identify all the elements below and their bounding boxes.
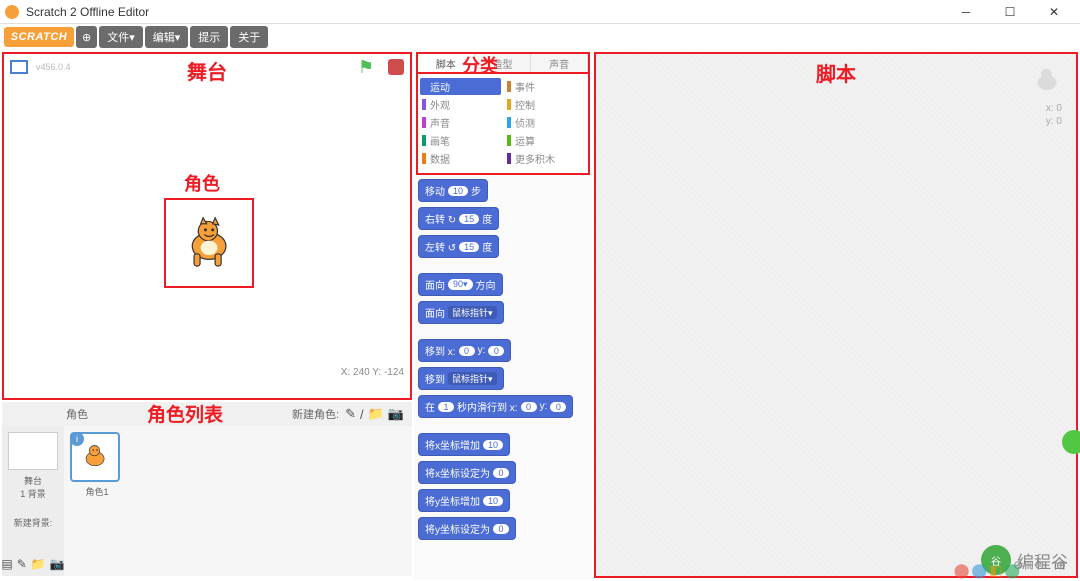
cat-icon	[179, 213, 239, 273]
block-turn-left[interactable]: 左转 ↺15度	[418, 235, 499, 258]
backdrop-count: 1 背景	[6, 487, 60, 500]
scripts-xy-readout: x: 0 y: 0	[1046, 102, 1062, 128]
stage-canvas[interactable]: 角色 X: 240 Y: -124	[4, 80, 410, 380]
new-sprite-label: 新建角色:	[292, 406, 339, 422]
category-更多积木[interactable]: 更多积木	[505, 150, 586, 167]
new-sprite-upload-icon[interactable]: 📁	[368, 406, 384, 422]
category-palette: 运动事件外观控制声音侦测画笔运算数据更多积木	[416, 74, 590, 175]
sprite-list-label: 角色	[66, 406, 88, 422]
tabs-row: 分类 脚本 造型 声音	[416, 52, 590, 74]
scripts-area[interactable]: 脚本 x: 0 y: 0 ⊖ ⊜ ⊕	[594, 52, 1078, 578]
category-画笔[interactable]: 画笔	[420, 132, 501, 149]
edit-menu[interactable]: 编辑▾	[145, 26, 189, 48]
sprite-cat[interactable]	[164, 198, 254, 288]
new-sprite-paint-icon[interactable]: ✎	[345, 406, 356, 422]
minimize-button[interactable]: ─	[944, 0, 988, 24]
category-声音[interactable]: 声音	[420, 114, 501, 131]
backdrop-column: 舞台 1 背景 新建背景: ▤ ✎ 📁 📷	[2, 426, 64, 576]
block-goto-xy[interactable]: 移到 x:0y:0	[418, 339, 511, 362]
category-外观[interactable]: 外观	[420, 96, 501, 113]
block-glide[interactable]: 在1秒内滑行到 x:0y:0	[418, 395, 573, 418]
category-控制[interactable]: 控制	[505, 96, 586, 113]
stage-coords: X: 240 Y: -124	[341, 367, 404, 378]
block-set-x[interactable]: 将x坐标设定为0	[418, 461, 516, 484]
category-数据[interactable]: 数据	[420, 150, 501, 167]
sprite-thumb-1[interactable]: i 角色1	[70, 432, 124, 498]
category-运算[interactable]: 运算	[505, 132, 586, 149]
sprites-grid: i 角色1	[64, 426, 412, 576]
backdrop-label-stage: 舞台	[6, 474, 60, 487]
version-label: v456.0.4	[36, 62, 71, 72]
sprite-list-panel: 角色列表 角色 新建角色: ✎ / 📁 📷 舞台 1 背景 新建背景: ▤ ✎	[2, 402, 412, 578]
annotation-sprite: 角色	[184, 170, 220, 196]
annotation-sprite-list: 角色列表	[147, 400, 223, 427]
tips-menu[interactable]: 提示	[190, 26, 228, 48]
blocks-palette: 移动10步 右转 ↻15度 左转 ↺15度 面向90▾方向 面向鼠标指针▾ 移到…	[414, 175, 592, 580]
window-titlebar: Scratch 2 Offline Editor ─ ☐ ✕	[0, 0, 1080, 24]
category-侦测[interactable]: 侦测	[505, 114, 586, 131]
menubar: SCRATCH ⊕ 文件▾ 编辑▾ 提示 关于	[0, 24, 1080, 50]
backdrop-camera-icon[interactable]: 📷	[50, 557, 65, 571]
backdrop-lib-icon[interactable]: ▤	[1, 557, 12, 571]
about-menu[interactable]: 关于	[230, 26, 268, 48]
floating-green-icon[interactable]	[1062, 430, 1080, 454]
cat-icon	[79, 441, 111, 473]
close-button[interactable]: ✕	[1032, 0, 1076, 24]
backdrop-paint-icon[interactable]: ✎	[17, 557, 27, 571]
block-point-towards[interactable]: 面向鼠标指针▾	[418, 301, 504, 324]
scripts-sprite-thumb	[1030, 64, 1064, 98]
backdrop-upload-icon[interactable]: 📁	[31, 557, 46, 571]
tab-scripts[interactable]: 脚本	[418, 54, 475, 72]
block-set-y[interactable]: 将y坐标设定为0	[418, 517, 516, 540]
file-menu[interactable]: 文件▾	[99, 26, 143, 48]
watermark-text: 编程谷	[1017, 548, 1068, 573]
stop-button[interactable]	[388, 59, 404, 75]
green-flag-button[interactable]: ⚑	[358, 57, 374, 78]
new-sprite-lib-icon[interactable]: /	[360, 407, 364, 422]
maximize-button[interactable]: ☐	[988, 0, 1032, 24]
scratch-logo[interactable]: SCRATCH	[4, 27, 74, 47]
sprite-thumb-name: 角色1	[70, 485, 124, 498]
language-button[interactable]: ⊕	[76, 26, 97, 48]
stage-area: 舞台 v456.0.4 ⚑ 角色	[2, 52, 412, 400]
block-goto[interactable]: 移到鼠标指针▾	[418, 367, 504, 390]
block-change-y[interactable]: 将y坐标增加10	[418, 489, 510, 512]
new-sprite-camera-icon[interactable]: 📷	[388, 406, 404, 422]
fullscreen-button[interactable]	[10, 60, 28, 74]
bottom-toolbar-icons: ⬤⬤◧⬤	[954, 562, 1020, 579]
window-title: Scratch 2 Offline Editor	[26, 5, 944, 19]
tab-costumes[interactable]: 造型	[475, 54, 532, 72]
category-事件[interactable]: 事件	[505, 78, 586, 95]
app-icon	[4, 4, 20, 20]
sprite-info-icon[interactable]: i	[70, 432, 84, 446]
block-point-direction[interactable]: 面向90▾方向	[418, 273, 503, 296]
new-backdrop-label: 新建背景:	[6, 516, 60, 529]
annotation-scripts: 脚本	[816, 58, 856, 87]
tab-sounds[interactable]: 声音	[531, 54, 588, 72]
block-change-x[interactable]: 将x坐标增加10	[418, 433, 510, 456]
backdrop-thumb[interactable]	[8, 432, 58, 470]
category-运动[interactable]: 运动	[420, 78, 501, 95]
block-move[interactable]: 移动10步	[418, 179, 488, 202]
block-turn-right[interactable]: 右转 ↻15度	[418, 207, 499, 230]
